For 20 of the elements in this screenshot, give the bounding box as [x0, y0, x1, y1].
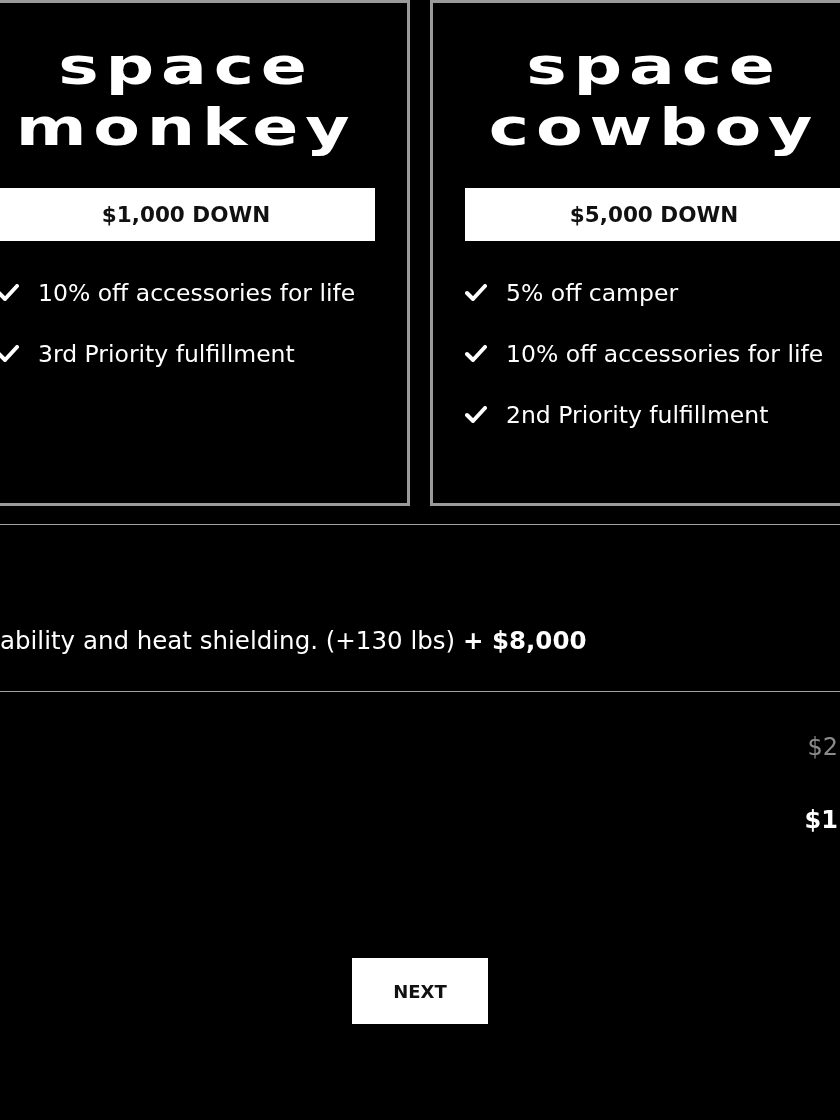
- check-icon: [465, 284, 487, 301]
- check-icon: [465, 345, 487, 362]
- next-button[interactable]: NEXT: [352, 958, 488, 1024]
- perk-text: 5% off camper: [506, 278, 679, 307]
- plan-card[interactable]: space monkey $1,000 DOWN 10% off accessories for life 3rd Priority fulfillment: [0, 0, 410, 506]
- perk-text: 10% off accessories for life: [38, 278, 356, 307]
- deposit-label: $1,000 DOWN: [0, 188, 375, 241]
- perk-text: 3rd Priority fulfillment: [38, 339, 295, 368]
- plan-title: space monkey: [14, 35, 358, 159]
- subtotal-price: $2: [807, 732, 839, 762]
- option-description: ability and heat shielding. (+130 lbs) + $8,000: [0, 625, 588, 657]
- plan-card[interactable]: space cowboy $5,000 DOWN 5% off camper 10% off accessories for life 2nd Priority fulfillment: [430, 0, 840, 506]
- check-icon: [0, 345, 19, 362]
- perk-text: 2nd Priority fulfillment: [506, 400, 769, 429]
- total-price: $1: [804, 805, 839, 835]
- check-icon: [0, 284, 19, 301]
- check-icon: [465, 406, 487, 423]
- deposit-label: $5,000 DOWN: [465, 188, 840, 241]
- perk-text: 10% off accessories for life: [506, 339, 824, 368]
- plan-title: space cowboy: [487, 35, 821, 159]
